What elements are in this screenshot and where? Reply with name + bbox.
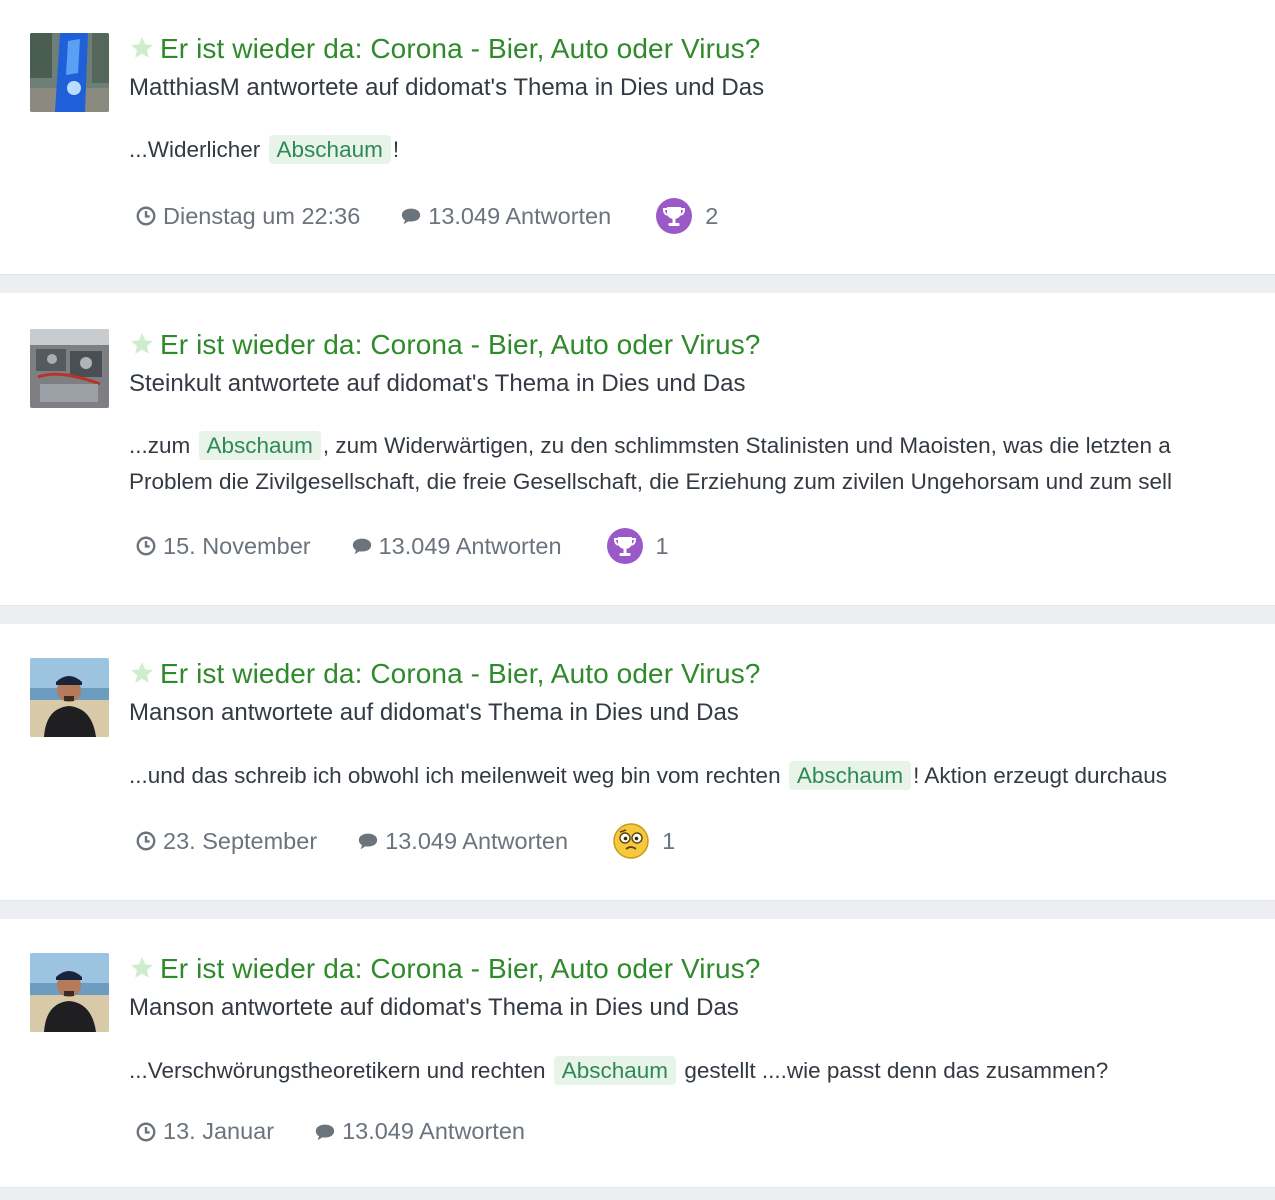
star-icon[interactable] [129,331,155,357]
result-replies: 13.049 Antworten [314,1118,525,1145]
result-reaction[interactable]: 1 [606,527,669,565]
avatar[interactable] [30,329,109,408]
result-snippet: ...zum Abschaum, zum Widerwärtigen, zu d… [129,428,1171,464]
result-reaction[interactable]: 2 [655,197,718,235]
date-text: 23. September [163,827,318,854]
search-highlight: Abschaum [788,761,912,790]
search-result: Er ist wieder da: Corona - Bier, Auto od… [0,293,1275,606]
result-title-link[interactable]: Er ist wieder da: Corona - Bier, Auto od… [160,953,760,984]
date-text: 15. November [163,532,311,559]
snippet-text: ! [392,137,400,162]
snippet-text: ...Verschwörungstheoretikern und rechten [129,1058,552,1083]
result-byline: Manson antwortete auf didomat's Thema in… [129,994,739,1021]
result-replies: 13.049 Antworten [357,828,568,855]
reaction-count: 1 [662,827,676,854]
result-meta: 13. Januar 13.049 Antworten [135,1118,525,1145]
reaction-count: 2 [705,202,719,229]
replies-text: 13.049 Antworten [342,1118,525,1144]
search-highlight: Abschaum [553,1056,677,1085]
result-reaction[interactable]: 1 [612,822,675,860]
result-title-link[interactable]: Er ist wieder da: Corona - Bier, Auto od… [160,658,760,689]
clock-icon [135,1121,157,1143]
comment-icon [400,205,422,227]
avatar[interactable] [30,33,109,112]
result-replies: 13.049 Antworten [400,203,611,230]
search-result: Er ist wieder da: Corona - Bier, Auto od… [0,624,1275,901]
result-title-link[interactable]: Er ist wieder da: Corona - Bier, Auto od… [160,33,760,64]
trophy-icon [655,197,693,235]
search-result: Er ist wieder da: Corona - Bier, Auto od… [0,0,1275,275]
result-title-row: Er ist wieder da: Corona - Bier, Auto od… [129,953,760,985]
clock-icon [135,830,157,852]
snippet-text: gestellt ....wie passt denn das zusammen… [678,1058,1109,1083]
result-date[interactable]: 15. November [135,533,311,560]
result-meta: 23. September 13.049 Antworten 1 [135,822,675,860]
result-title-link[interactable]: Er ist wieder da: Corona - Bier, Auto od… [160,329,760,360]
search-highlight: Abschaum [198,431,321,460]
result-title-row: Er ist wieder da: Corona - Bier, Auto od… [129,658,760,690]
confused-face-icon [612,822,650,860]
date-text: 13. Januar [163,1118,275,1144]
result-snippet: ...Widerlicher Abschaum! [129,132,399,168]
snippet-text: Problem die Zivilgesellschaft, die freie… [129,469,1172,494]
avatar[interactable] [30,658,109,737]
star-icon[interactable] [129,35,155,61]
replies-text: 13.049 Antworten [428,202,612,229]
result-snippet: ...Verschwörungstheoretikern und rechten… [129,1053,1108,1089]
replies-text: 13.049 Antworten [378,532,562,559]
result-byline: MatthiasM antwortete auf didomat's Thema… [129,74,765,101]
snippet-text: ...Widerlicher [129,137,267,162]
replies-text: 13.049 Antworten [385,827,569,854]
comment-icon [314,1121,336,1143]
comment-icon [357,830,379,852]
result-date[interactable]: 13. Januar [135,1118,274,1145]
result-title-row: Er ist wieder da: Corona - Bier, Auto od… [129,33,760,65]
snippet-text: ! Aktion erzeugt durchaus [913,763,1168,788]
result-date[interactable]: Dienstag um 22:36 [135,203,360,230]
reaction-count: 1 [655,532,669,559]
date-text: Dienstag um 22:36 [163,202,361,229]
result-snippet: ...und das schreib ich obwohl ich meilen… [129,758,1167,794]
result-date[interactable]: 23. September [135,828,317,855]
result-snippet-line-2: Problem die Zivilgesellschaft, die freie… [129,464,1172,500]
comment-icon [351,535,373,557]
result-byline: Manson antwortete auf didomat's Thema in… [129,699,739,726]
result-meta: Dienstag um 22:36 13.049 Antworten 2 [135,197,718,235]
result-replies: 13.049 Antworten [351,533,562,560]
clock-icon [135,535,157,557]
result-meta: 15. November 13.049 Antworten 1 [135,527,669,565]
clock-icon [135,205,157,227]
result-byline: Steinkult antwortete auf didomat's Thema… [129,370,746,397]
star-icon[interactable] [129,955,155,981]
search-results-list: Er ist wieder da: Corona - Bier, Auto od… [0,0,1275,1200]
result-title-row: Er ist wieder da: Corona - Bier, Auto od… [129,329,760,361]
trophy-icon [606,527,644,565]
snippet-text: ...und das schreib ich obwohl ich meilen… [129,763,787,788]
search-result: Er ist wieder da: Corona - Bier, Auto od… [0,919,1275,1188]
star-icon[interactable] [129,660,155,686]
search-highlight: Abschaum [268,135,391,164]
snippet-text: ...zum [129,433,197,458]
avatar[interactable] [30,953,109,1032]
snippet-text: , zum Widerwärtigen, zu den schlimmsten … [322,433,1171,458]
